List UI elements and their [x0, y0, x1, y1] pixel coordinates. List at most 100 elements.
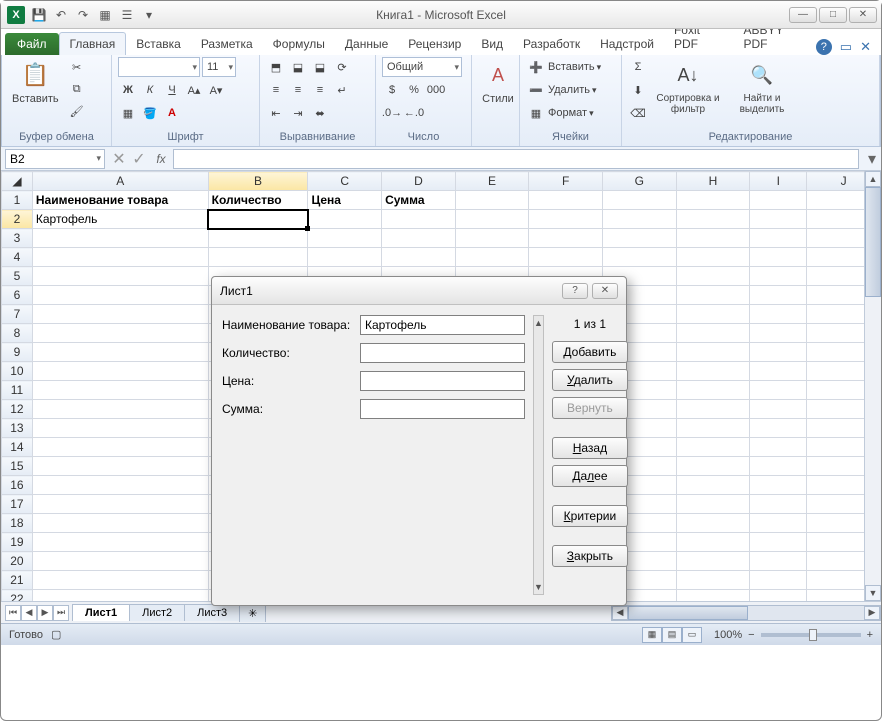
cell[interactable]	[750, 457, 807, 476]
increase-indent-icon[interactable]: ⇥	[288, 103, 308, 123]
tab-developer[interactable]: Разработк	[513, 33, 590, 55]
comma-icon[interactable]: 000	[426, 80, 446, 100]
column-header[interactable]: H	[676, 172, 750, 191]
cell[interactable]	[32, 590, 208, 602]
page-break-view-icon[interactable]: ▭	[682, 627, 702, 643]
row-header[interactable]: 19	[2, 533, 33, 552]
align-left-icon[interactable]: ≡	[266, 80, 286, 100]
prev-sheet-icon[interactable]: ◀	[21, 605, 37, 621]
row-header[interactable]: 1	[2, 191, 33, 210]
column-header[interactable]: E	[455, 172, 529, 191]
align-right-icon[interactable]: ≡	[310, 80, 330, 100]
column-header[interactable]: B	[208, 172, 308, 191]
font-family-combo[interactable]	[118, 57, 200, 77]
row-header[interactable]: 20	[2, 552, 33, 571]
borders-icon[interactable]: ▦	[118, 103, 138, 123]
tab-formulas[interactable]: Формулы	[263, 33, 335, 55]
cell[interactable]	[382, 210, 456, 229]
cell[interactable]	[750, 248, 807, 267]
cell[interactable]: Цена	[308, 191, 382, 210]
format-cells-icon[interactable]: ▦	[526, 103, 546, 123]
cell[interactable]	[676, 248, 750, 267]
scroll-thumb[interactable]	[628, 606, 748, 620]
row-header[interactable]: 7	[2, 305, 33, 324]
fill-icon[interactable]: ⬇	[628, 80, 648, 100]
cell[interactable]	[32, 400, 208, 419]
cut-icon[interactable]: ✂	[67, 57, 87, 77]
maximize-button[interactable]: □	[819, 7, 847, 23]
cell[interactable]	[32, 343, 208, 362]
delete-button[interactable]: Удалить	[552, 369, 628, 391]
undo-icon[interactable]: ↶	[53, 7, 69, 23]
cell[interactable]	[208, 229, 308, 248]
row-header[interactable]: 5	[2, 267, 33, 286]
cell[interactable]	[529, 191, 603, 210]
cell[interactable]	[676, 476, 750, 495]
cell[interactable]	[32, 362, 208, 381]
first-sheet-icon[interactable]: ⏮	[5, 605, 21, 621]
find-select-button[interactable]: 🔍 Найти и выделить	[728, 57, 796, 117]
cell[interactable]	[676, 267, 750, 286]
styles-button[interactable]: A Стили	[478, 57, 518, 107]
column-header[interactable]: I	[750, 172, 807, 191]
next-sheet-icon[interactable]: ▶	[37, 605, 53, 621]
tab-view[interactable]: Вид	[471, 33, 513, 55]
dialog-close-icon[interactable]: ✕	[592, 283, 618, 299]
field-price-input[interactable]	[360, 371, 525, 391]
row-header[interactable]: 14	[2, 438, 33, 457]
zoom-slider[interactable]	[761, 633, 861, 637]
cell[interactable]	[32, 267, 208, 286]
cell[interactable]	[750, 191, 807, 210]
qat-item-icon[interactable]: ▦	[97, 7, 113, 23]
cell[interactable]	[750, 267, 807, 286]
row-header[interactable]: 12	[2, 400, 33, 419]
normal-view-icon[interactable]: ▦	[642, 627, 662, 643]
format-painter-icon[interactable]: 🖌	[67, 101, 87, 121]
cell[interactable]	[676, 495, 750, 514]
zoom-in-icon[interactable]: +	[867, 629, 873, 641]
row-header[interactable]: 17	[2, 495, 33, 514]
cell[interactable]	[750, 571, 807, 590]
cell[interactable]	[750, 229, 807, 248]
decrease-decimal-icon[interactable]: ←.0	[404, 103, 424, 123]
row-header[interactable]: 9	[2, 343, 33, 362]
align-top-icon[interactable]: ⬒	[266, 57, 286, 77]
clear-icon[interactable]: ⌫	[628, 103, 648, 123]
redo-icon[interactable]: ↷	[75, 7, 91, 23]
font-size-combo[interactable]: 11	[202, 57, 236, 77]
cell[interactable]	[750, 324, 807, 343]
cell[interactable]	[208, 210, 308, 229]
cell[interactable]	[32, 305, 208, 324]
align-bottom-icon[interactable]: ⬓	[310, 57, 330, 77]
minimize-button[interactable]: —	[789, 7, 817, 23]
name-box[interactable]: B2	[5, 149, 105, 169]
cell[interactable]	[32, 533, 208, 552]
cell[interactable]	[676, 419, 750, 438]
cell[interactable]	[750, 533, 807, 552]
cell[interactable]	[750, 286, 807, 305]
cell[interactable]	[529, 210, 603, 229]
row-header[interactable]: 10	[2, 362, 33, 381]
tab-addins[interactable]: Надстрой	[590, 33, 664, 55]
cell[interactable]	[32, 324, 208, 343]
cell[interactable]	[32, 514, 208, 533]
restore-button[interactable]: Вернуть	[552, 397, 628, 419]
cell[interactable]	[676, 381, 750, 400]
cell[interactable]	[676, 324, 750, 343]
row-header[interactable]: 3	[2, 229, 33, 248]
cell[interactable]	[750, 343, 807, 362]
fx-icon[interactable]: fx	[149, 152, 173, 166]
cell[interactable]	[750, 381, 807, 400]
column-header[interactable]: F	[529, 172, 603, 191]
cell[interactable]	[750, 514, 807, 533]
cell[interactable]	[676, 457, 750, 476]
format-cells-label[interactable]: Формат	[548, 107, 587, 119]
cell[interactable]	[32, 286, 208, 305]
qat-dropdown-icon[interactable]: ▾	[141, 7, 157, 23]
scroll-up-icon[interactable]: ▲	[865, 171, 881, 187]
cell[interactable]	[529, 248, 603, 267]
cell[interactable]	[676, 305, 750, 324]
cell[interactable]	[308, 210, 382, 229]
zoom-out-icon[interactable]: −	[748, 629, 754, 641]
cancel-formula-icon[interactable]: ✕	[109, 149, 129, 169]
